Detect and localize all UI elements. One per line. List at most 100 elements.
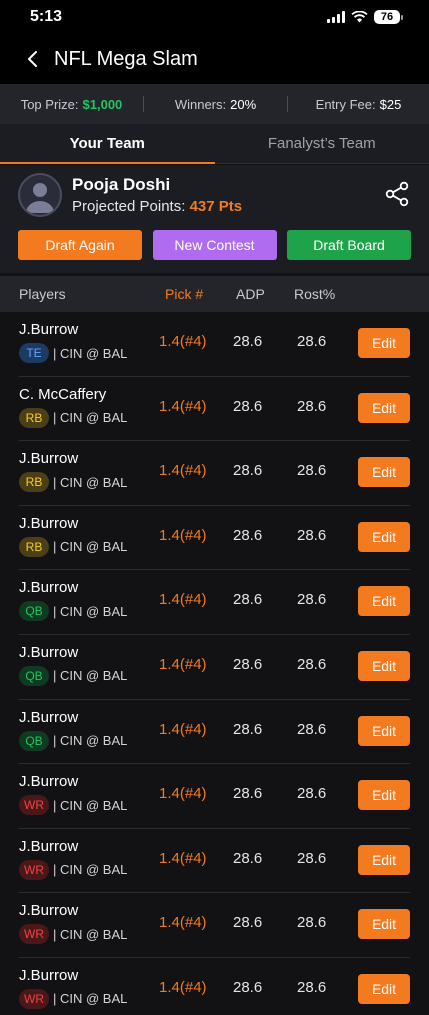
position-badge: RB bbox=[19, 536, 49, 557]
player-meta: WR | CIN @ BAL bbox=[19, 795, 127, 816]
player-name[interactable]: C. McCaffery bbox=[19, 386, 106, 403]
player-name[interactable]: J.Burrow bbox=[19, 450, 78, 467]
player-matchup: | CIN @ BAL bbox=[53, 474, 128, 490]
player-meta: QB | CIN @ BAL bbox=[19, 665, 128, 686]
player-matchup: | CIN @ BAL bbox=[53, 926, 128, 942]
tab-your-team[interactable]: Your Team bbox=[0, 124, 215, 164]
player-name[interactable]: J.Burrow bbox=[19, 902, 78, 919]
adp-value: 28.6 bbox=[233, 655, 263, 673]
adp-value: 28.6 bbox=[233, 526, 263, 544]
table-row: J.Burrow WR | CIN @ BAL 1.4(#4) 28.6 28.… bbox=[19, 829, 410, 894]
table-row: J.Burrow QB | CIN @ BAL 1.4(#4) 28.6 28.… bbox=[19, 635, 410, 700]
player-matchup: | CIN @ BAL bbox=[53, 668, 128, 684]
entry-fee: Entry Fee: $25 bbox=[288, 97, 429, 112]
app-header: NFL Mega Slam bbox=[0, 34, 429, 84]
adp-value: 28.6 bbox=[233, 462, 263, 480]
position-badge: QB bbox=[19, 665, 49, 686]
column-adp[interactable]: ADP bbox=[236, 286, 265, 302]
draft-board-button[interactable]: Draft Board bbox=[287, 230, 411, 260]
edit-button[interactable]: Edit bbox=[358, 650, 410, 681]
contest-info-bar: Top Prize: $1,000 Winners: 20% Entry Fee… bbox=[0, 84, 429, 124]
rost-value: 28.6 bbox=[297, 526, 327, 544]
player-meta: WR | CIN @ BAL bbox=[19, 988, 128, 1009]
table-row: J.Burrow WR | CIN @ BAL 1.4(#4) 28.6 28.… bbox=[19, 764, 410, 829]
edit-button[interactable]: Edit bbox=[358, 457, 410, 488]
team-tabs: Your Team Fanalyst’s Team bbox=[0, 124, 429, 164]
player-name[interactable]: J.Burrow bbox=[19, 967, 78, 984]
entry-fee-label: Entry Fee: bbox=[315, 96, 376, 112]
edit-button[interactable]: Edit bbox=[358, 844, 410, 875]
player-name[interactable]: J.Burrow bbox=[19, 579, 78, 596]
table-row: J.Burrow QB | CIN @ BAL 1.4(#4) 28.6 28.… bbox=[19, 570, 410, 635]
player-name[interactable]: J.Burrow bbox=[19, 515, 78, 532]
projected-points: Projected Points: 437 Pts bbox=[72, 198, 242, 215]
pick-value: 1.4(#4) bbox=[159, 720, 207, 738]
rost-value: 28.6 bbox=[297, 914, 327, 932]
wifi-icon bbox=[351, 11, 368, 23]
edit-button[interactable]: Edit bbox=[358, 909, 410, 940]
position-badge: WR bbox=[19, 924, 49, 945]
player-matchup: | CIN @ BAL bbox=[53, 991, 128, 1007]
winners: Winners: 20% bbox=[144, 97, 287, 112]
adp-value: 28.6 bbox=[233, 978, 263, 996]
edit-button[interactable]: Edit bbox=[358, 328, 410, 358]
position-badge: WR bbox=[19, 859, 49, 880]
winners-label: Winners: bbox=[174, 96, 227, 112]
adp-value: 28.6 bbox=[233, 785, 263, 803]
tab-fanalyst-team[interactable]: Fanalyst’s Team bbox=[215, 124, 429, 163]
rost-value: 28.6 bbox=[297, 462, 327, 480]
player-name[interactable]: J.Burrow bbox=[19, 321, 78, 338]
battery-level: 76 bbox=[374, 10, 400, 24]
rost-value: 28.6 bbox=[297, 591, 327, 609]
pick-value: 1.4(#4) bbox=[159, 397, 207, 415]
position-badge: RB bbox=[19, 407, 49, 428]
player-meta: RB | CIN @ BAL bbox=[19, 407, 128, 428]
rost-value: 28.6 bbox=[297, 785, 327, 803]
edit-button[interactable]: Edit bbox=[358, 521, 410, 552]
rost-value: 28.6 bbox=[297, 333, 327, 350]
adp-value: 28.6 bbox=[233, 333, 263, 350]
share-icon[interactable] bbox=[385, 181, 409, 207]
status-bar: 5:13 76 bbox=[0, 0, 429, 34]
edit-button[interactable]: Edit bbox=[358, 586, 410, 617]
new-contest-button[interactable]: New Contest bbox=[152, 230, 277, 260]
player-matchup: | CIN @ BAL bbox=[53, 410, 128, 426]
edit-button[interactable]: Edit bbox=[358, 715, 410, 746]
edit-button[interactable]: Edit bbox=[358, 392, 410, 423]
rost-value: 28.6 bbox=[297, 720, 327, 738]
status-time: 5:13 bbox=[30, 8, 63, 25]
edit-button[interactable]: Edit bbox=[358, 973, 410, 1004]
position-badge: QB bbox=[19, 601, 49, 622]
table-row: C. McCaffery RB | CIN @ BAL 1.4(#4) 28.6… bbox=[19, 377, 410, 442]
player-name[interactable]: J.Burrow bbox=[19, 838, 78, 855]
edit-button[interactable]: Edit bbox=[358, 780, 410, 811]
table-row: J.Burrow WR | CIN @ BAL 1.4(#4) 28.6 28.… bbox=[19, 893, 410, 958]
player-name[interactable]: J.Burrow bbox=[19, 709, 78, 726]
position-badge: RB bbox=[19, 472, 49, 493]
player-matchup: | CIN @ BAL bbox=[53, 603, 128, 619]
rost-value: 28.6 bbox=[297, 397, 327, 415]
adp-value: 28.6 bbox=[233, 849, 263, 867]
battery-icon: 76 bbox=[374, 10, 403, 24]
player-matchup: | CIN @ BAL bbox=[53, 733, 128, 749]
action-buttons: Draft Again New Contest Draft Board bbox=[18, 230, 411, 260]
table-row: J.Burrow TE | CIN @ BAL 1.4(#4) 28.6 28.… bbox=[19, 312, 410, 377]
table-row: J.Burrow RB | CIN @ BAL 1.4(#4) 28.6 28.… bbox=[19, 506, 410, 571]
back-chevron-icon[interactable] bbox=[22, 49, 42, 69]
adp-value: 28.6 bbox=[233, 591, 263, 609]
column-pick[interactable]: Pick # bbox=[165, 286, 203, 302]
rost-value: 28.6 bbox=[297, 849, 327, 867]
draft-again-button[interactable]: Draft Again bbox=[18, 230, 142, 260]
player-meta: RB | CIN @ BAL bbox=[19, 536, 127, 557]
pick-value: 1.4(#4) bbox=[159, 785, 207, 803]
player-matchup: | CIN @ BAL bbox=[53, 345, 128, 361]
rost-value: 28.6 bbox=[297, 978, 327, 996]
player-name[interactable]: J.Burrow bbox=[19, 644, 78, 661]
profile-section: Pooja Doshi Projected Points: 437 Pts Dr… bbox=[0, 165, 429, 273]
adp-value: 28.6 bbox=[233, 397, 263, 415]
rost-value: 28.6 bbox=[297, 655, 327, 673]
player-name[interactable]: J.Burrow bbox=[19, 773, 78, 790]
position-badge: TE bbox=[19, 343, 49, 363]
column-rost[interactable]: Rost% bbox=[294, 286, 335, 302]
profile-name: Pooja Doshi bbox=[72, 175, 171, 194]
